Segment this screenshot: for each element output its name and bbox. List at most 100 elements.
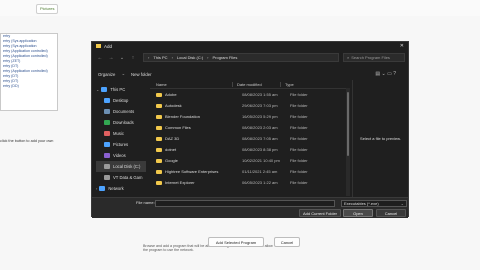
file-type: File folder	[290, 158, 308, 163]
file-type: File folder	[290, 180, 308, 185]
file-type: File folder	[290, 103, 308, 108]
scrollbar-thumb[interactable]	[347, 92, 349, 156]
background-chip[interactable]: Pictures	[36, 4, 58, 14]
view-options-icon[interactable]: ▤ ⌄ ▭ ?	[375, 71, 396, 77]
sidebar-item-label: This PC	[110, 87, 126, 92]
sidebar-item-label: Local Disk (C:)	[113, 164, 141, 169]
screen: Pictures ertry ertry (Sys application er…	[0, 0, 480, 270]
background-program-list: ertry ertry (Sys application ertry (Sys …	[0, 33, 58, 111]
table-row[interactable]: DAZ 3D 08/08/2023 7:05 am File folder	[150, 133, 346, 144]
search-input[interactable]: ⌕ Search Program Files	[343, 53, 405, 62]
chevron-right-icon: ›	[148, 55, 150, 60]
chevron-right-icon: ›	[207, 55, 209, 60]
background-cancel-button[interactable]: Cancel	[274, 237, 300, 247]
file-name: Adobe	[165, 92, 177, 97]
drive-icon	[104, 164, 110, 169]
folder-icon	[156, 103, 162, 108]
file-date: 08/08/2023 1:55 am	[242, 92, 278, 97]
background-hint-text: click the button to add your own	[0, 139, 54, 143]
chevron-down-icon: ⌄	[400, 201, 404, 206]
forward-arrow-icon[interactable]: →	[108, 55, 114, 61]
sidebar-item-data-drive[interactable]: VT Data & Gam	[96, 172, 146, 183]
file-type-select[interactable]: Executables (*.exe) ⌄	[341, 200, 407, 207]
list-item[interactable]: ertry (DD)	[1, 84, 57, 89]
toolbar: Organize ⌄ New folder ▤ ⌄ ▭ ?	[92, 68, 408, 80]
file-date: 29/06/2023 7:03 pm	[242, 103, 278, 108]
desktop-icon	[104, 98, 110, 103]
file-type-value: Executables (*.exe)	[344, 201, 379, 206]
search-placeholder: Search Program Files	[351, 55, 390, 60]
file-name: DAZ 3D	[165, 136, 180, 141]
column-date-modified[interactable]: Date modified	[232, 81, 280, 87]
sidebar-item-videos[interactable]: Videos	[96, 150, 146, 161]
documents-icon	[104, 109, 110, 114]
file-date: 06/05/2023 1:22 am	[242, 180, 278, 185]
file-type: File folder	[290, 114, 308, 119]
table-row[interactable]: Blender Foundation 16/05/2023 5:29 pm Fi…	[150, 111, 346, 122]
breadcrumb-local-disk[interactable]: Local Disk (C:)	[177, 55, 203, 60]
column-name[interactable]: Name	[150, 82, 232, 87]
table-row[interactable]: dotnet 08/08/2023 8:38 pm File folder	[150, 144, 346, 155]
table-row[interactable]: Google 10/02/2021 10:40 pm File folder	[150, 155, 346, 166]
close-icon[interactable]: ✕	[400, 43, 404, 49]
folder-icon	[156, 180, 162, 185]
chevron-down-icon: ⌄	[96, 87, 100, 92]
sidebar-item-label: Documents	[113, 109, 135, 114]
cancel-button[interactable]: Cancel	[376, 209, 406, 217]
breadcrumb-program-files[interactable]: Program Files	[213, 55, 238, 60]
navigation-bar: ← → ⌄ ↑ › This PC › Local Disk (C:) › Pr…	[92, 51, 408, 64]
breadcrumb-this-pc[interactable]: This PC	[153, 55, 167, 60]
sidebar-item-label: Desktop	[113, 98, 129, 103]
dialog-title: Add	[104, 43, 113, 49]
sidebar-item-label: Network	[108, 186, 124, 191]
sidebar-item-this-pc[interactable]: ⌄ This PC	[96, 84, 146, 95]
open-button[interactable]: Open	[343, 209, 373, 217]
add-selected-program-button[interactable]: Add Selected Program	[208, 237, 264, 247]
file-date: 08/08/2023 8:38 pm	[242, 147, 278, 152]
file-name-label: File name:	[136, 200, 155, 205]
new-folder-button[interactable]: New folder	[131, 72, 152, 77]
up-arrow-icon[interactable]: ↑	[130, 55, 136, 61]
file-type: File folder	[290, 147, 308, 152]
vertical-scrollbar[interactable]	[346, 88, 350, 196]
music-icon	[104, 131, 110, 136]
sidebar-item-desktop[interactable]: Desktop	[96, 95, 146, 106]
sidebar-item-label: Videos	[113, 153, 126, 158]
file-type: File folder	[290, 136, 308, 141]
table-row[interactable]: Adobe 08/08/2023 1:55 am File folder	[150, 89, 346, 100]
pc-icon	[101, 87, 108, 92]
folder-icon	[156, 114, 162, 119]
file-name-field[interactable]	[155, 200, 335, 207]
videos-icon	[104, 153, 110, 158]
file-list: Name Date modified Type Adobe 08/08/2023…	[150, 80, 346, 197]
chevron-down-icon[interactable]: ⌄	[119, 55, 125, 61]
table-row[interactable]: Hightree Software Enterprises 01/11/2021…	[150, 166, 346, 177]
sidebar-item-documents[interactable]: Documents	[96, 106, 146, 117]
preview-pane: Select a file to preview.	[352, 80, 408, 197]
downloads-icon	[104, 120, 110, 125]
table-row[interactable]: Autodesk 29/06/2023 7:03 pm File folder	[150, 100, 346, 111]
file-name: dotnet	[165, 147, 177, 152]
file-type: File folder	[290, 169, 308, 174]
pictures-icon	[104, 142, 110, 147]
column-type[interactable]: Type	[280, 81, 320, 87]
chevron-down-icon[interactable]: ⌄	[121, 71, 125, 77]
folder-icon	[156, 147, 162, 152]
organize-button[interactable]: Organize	[98, 72, 115, 77]
table-row[interactable]: Common Files 08/08/2023 2:03 am File fol…	[150, 122, 346, 133]
file-type: File folder	[290, 125, 308, 130]
address-bar[interactable]: › This PC › Local Disk (C:) › Program Fi…	[143, 53, 339, 62]
sidebar-item-local-disk[interactable]: Local Disk (C:)	[96, 161, 146, 172]
sidebar-item-pictures[interactable]: Pictures	[96, 139, 146, 150]
back-arrow-icon[interactable]: ←	[97, 55, 103, 61]
sidebar-item-label: Music	[113, 131, 124, 136]
sidebar-item-label: Downloads	[113, 120, 134, 125]
sidebar-item-network[interactable]: › Network	[96, 183, 146, 194]
navigation-pane: ⌄ This PC Desktop Documents Downloads Mu…	[96, 84, 146, 196]
sidebar-item-music[interactable]: Music	[96, 128, 146, 139]
file-name: Google	[165, 158, 178, 163]
background-top-bar: Pictures	[0, 0, 480, 16]
table-row[interactable]: Internet Explorer 06/05/2023 1:22 am Fil…	[150, 177, 346, 188]
sidebar-item-downloads[interactable]: Downloads	[96, 117, 146, 128]
add-current-folder-button[interactable]: Add Current Folder	[299, 209, 341, 217]
